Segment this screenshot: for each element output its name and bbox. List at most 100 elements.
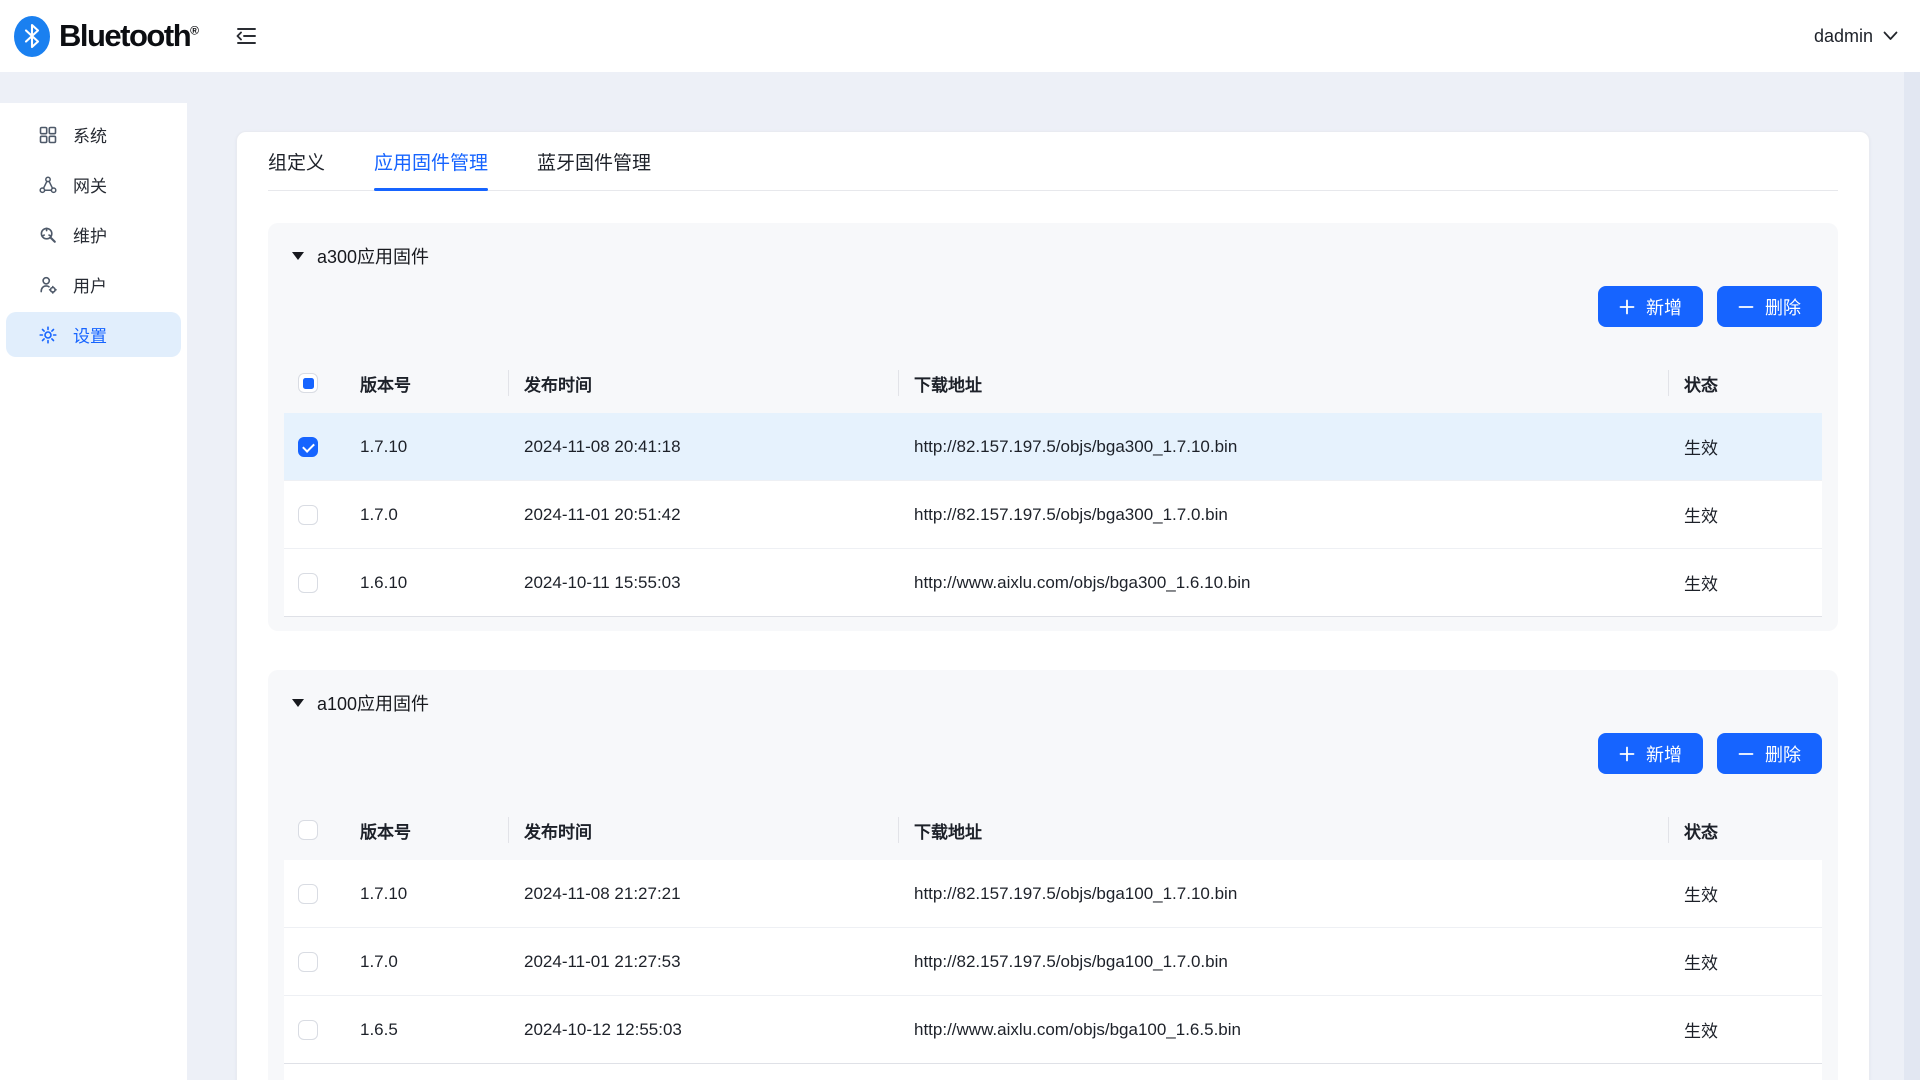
- table-header-row: 版本号 发布时间 下载地址 状态: [284, 353, 1822, 413]
- add-button-label: 新增: [1646, 741, 1682, 767]
- user-gear-icon: [38, 275, 58, 295]
- table-row[interactable]: 1.7.10 2024-11-08 21:27:21 http://82.157…: [284, 860, 1822, 928]
- select-all-checkbox[interactable]: [298, 820, 318, 840]
- minus-icon: [1738, 299, 1754, 315]
- sidebar-item-system[interactable]: 系统: [6, 112, 181, 157]
- section-actions: 新增 删除: [284, 733, 1822, 774]
- section-actions: 新增 删除: [284, 286, 1822, 327]
- cell-published-time: 2024-11-08 21:27:21: [508, 884, 898, 904]
- tab-group-definition[interactable]: 组定义: [268, 132, 325, 190]
- cell-version: 1.7.10: [344, 437, 508, 457]
- section-header: a300应用固件: [284, 239, 1822, 273]
- cell-download-url: http://www.aixlu.com/objs/bga100_1.6.5.b…: [898, 1020, 1668, 1040]
- menu-fold-icon[interactable]: [229, 19, 263, 53]
- delete-button-label: 删除: [1765, 741, 1801, 767]
- table-header-row: 版本号 发布时间 下载地址 状态: [284, 800, 1822, 860]
- table-row[interactable]: 1.7.10 2024-11-08 20:41:18 http://82.157…: [284, 413, 1822, 481]
- tab-bluetooth-firmware[interactable]: 蓝牙固件管理: [537, 132, 651, 190]
- table-body: 1.7.10 2024-11-08 20:41:18 http://82.157…: [284, 413, 1822, 617]
- row-checkbox[interactable]: [298, 884, 318, 904]
- sidebar-item-settings[interactable]: 设置: [6, 312, 181, 357]
- column-header-published: 发布时间: [508, 818, 898, 843]
- tab-app-firmware[interactable]: 应用固件管理: [374, 132, 488, 190]
- column-header-version: 版本号: [344, 371, 508, 396]
- firmware-section-a300: a300应用固件 新增 删除 版本号 发布时间 下载地址: [268, 223, 1838, 631]
- cell-status: 生效: [1668, 1017, 1822, 1042]
- cell-status: 生效: [1668, 949, 1822, 974]
- sidebar-item-users[interactable]: 用户: [6, 262, 181, 307]
- table-row[interactable]: 1.7.0 2024-11-01 21:27:53 http://82.157.…: [284, 928, 1822, 996]
- gateway-icon: [38, 175, 58, 195]
- top-header-bar: Bluetooth® dadmin: [0, 0, 1920, 72]
- column-header-url: 下载地址: [898, 371, 1668, 396]
- content-card: 组定义 应用固件管理 蓝牙固件管理 a300应用固件 新增 删除: [236, 131, 1870, 1080]
- bluetooth-logo: Bluetooth®: [14, 16, 197, 57]
- firmware-section-a100: a100应用固件 新增 删除 版本号 发布时间 下载地址: [268, 670, 1838, 1080]
- cell-published-time: 2024-11-08 20:41:18: [508, 437, 898, 457]
- delete-button[interactable]: 删除: [1717, 286, 1822, 327]
- cell-download-url: http://www.aixlu.com/objs/bga300_1.6.10.…: [898, 573, 1668, 593]
- chevron-down-icon: [1883, 31, 1898, 41]
- firmware-table: 版本号 发布时间 下载地址 状态 1.7.10 2024-11-08 20:41…: [284, 353, 1822, 617]
- cell-version: 1.7.10: [344, 884, 508, 904]
- column-header-version: 版本号: [344, 818, 508, 843]
- user-account-menu[interactable]: dadmin: [1814, 26, 1906, 47]
- partial-next-row: [284, 1064, 1822, 1080]
- cell-published-time: 2024-10-11 15:55:03: [508, 573, 898, 593]
- logo-wordmark: Bluetooth®: [59, 18, 197, 54]
- select-all-checkbox[interactable]: [298, 373, 318, 393]
- table-body: 1.7.10 2024-11-08 21:27:21 http://82.157…: [284, 860, 1822, 1064]
- add-button[interactable]: 新增: [1598, 286, 1703, 327]
- cell-download-url: http://82.157.197.5/objs/bga100_1.7.0.bi…: [898, 952, 1668, 972]
- cell-status: 生效: [1668, 434, 1822, 459]
- cell-published-time: 2024-11-01 21:27:53: [508, 952, 898, 972]
- row-checkbox[interactable]: [298, 505, 318, 525]
- grid-icon: [38, 125, 58, 145]
- add-button-label: 新增: [1646, 294, 1682, 320]
- table-row[interactable]: 1.7.0 2024-11-01 20:51:42 http://82.157.…: [284, 481, 1822, 549]
- registered-mark: ®: [190, 24, 197, 38]
- column-header-url: 下载地址: [898, 818, 1668, 843]
- cell-version: 1.7.0: [344, 505, 508, 525]
- cell-published-time: 2024-11-01 20:51:42: [508, 505, 898, 525]
- sidebar-item-label: 用户: [73, 272, 107, 297]
- sidebar-item-label: 网关: [73, 172, 107, 197]
- delete-button[interactable]: 删除: [1717, 733, 1822, 774]
- cell-status: 生效: [1668, 881, 1822, 906]
- add-button[interactable]: 新增: [1598, 733, 1703, 774]
- row-checkbox[interactable]: [298, 437, 318, 457]
- collapse-caret-icon[interactable]: [292, 252, 304, 260]
- table-row[interactable]: 1.6.5 2024-10-12 12:55:03 http://www.aix…: [284, 996, 1822, 1064]
- row-checkbox[interactable]: [298, 1020, 318, 1040]
- delete-button-label: 删除: [1765, 294, 1801, 320]
- cell-version: 1.7.0: [344, 952, 508, 972]
- sidebar-item-gateway[interactable]: 网关: [6, 162, 181, 207]
- column-header-status: 状态: [1668, 371, 1822, 396]
- sidebar-item-maintenance[interactable]: 维护: [6, 212, 181, 257]
- sidebar-nav: 系统 网关 维护: [0, 103, 187, 1080]
- firmware-table: 版本号 发布时间 下载地址 状态 1.7.10 2024-11-08 21:27…: [284, 800, 1822, 1080]
- sidebar-item-label: 设置: [73, 322, 107, 347]
- plus-icon: [1619, 746, 1635, 762]
- cell-status: 生效: [1668, 502, 1822, 527]
- minus-icon: [1738, 746, 1754, 762]
- row-checkbox[interactable]: [298, 952, 318, 972]
- cell-version: 1.6.10: [344, 573, 508, 593]
- table-row[interactable]: 1.6.10 2024-10-11 15:55:03 http://www.ai…: [284, 549, 1822, 617]
- settings-gear-icon: [38, 325, 58, 345]
- section-title: a100应用固件: [317, 690, 429, 716]
- column-header-published: 发布时间: [508, 371, 898, 396]
- section-header: a100应用固件: [284, 686, 1822, 720]
- user-name: dadmin: [1814, 26, 1873, 47]
- cell-download-url: http://82.157.197.5/objs/bga100_1.7.10.b…: [898, 884, 1668, 904]
- row-checkbox[interactable]: [298, 573, 318, 593]
- sidebar-item-label: 系统: [73, 122, 107, 147]
- collapse-caret-icon[interactable]: [292, 699, 304, 707]
- cell-version: 1.6.5: [344, 1020, 508, 1040]
- maintenance-icon: [38, 225, 58, 245]
- bluetooth-logo-icon: [14, 16, 50, 57]
- cell-published-time: 2024-10-12 12:55:03: [508, 1020, 898, 1040]
- page-scrollbar[interactable]: [1904, 72, 1920, 1080]
- column-header-status: 状态: [1668, 818, 1822, 843]
- sidebar-item-label: 维护: [73, 222, 107, 247]
